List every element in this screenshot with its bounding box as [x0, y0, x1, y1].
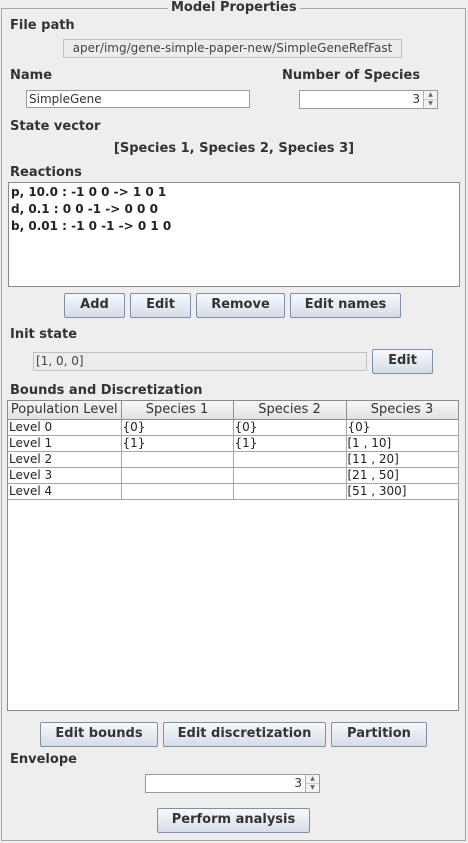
table-cell[interactable] — [120, 450, 234, 468]
table-cell[interactable]: Level 0 — [8, 418, 122, 436]
init-state-label: Init state — [10, 327, 78, 342]
table-cell[interactable]: {1} — [232, 434, 347, 452]
panel-title: Model Properties — [168, 0, 300, 16]
spinner-arrows[interactable]: ▲ ▼ — [305, 775, 319, 792]
table-row[interactable]: Level 1 {1} {1} [1 , 10] — [8, 434, 459, 452]
reaction-line: p, 10.0 : -1 0 0 -> 1 0 1 — [11, 185, 167, 199]
state-vector-label: State vector — [10, 119, 101, 134]
reactions-textarea[interactable]: p, 10.0 : -1 0 0 -> 1 0 1 d, 0.1 : 0 0 -… — [8, 182, 460, 287]
spinner-arrows[interactable]: ▲ ▼ — [423, 91, 437, 108]
add-reaction-button[interactable]: Add — [64, 293, 125, 318]
table-cell[interactable]: {0} — [345, 418, 459, 436]
table-cell[interactable]: {0} — [120, 418, 234, 436]
spinner-up-icon[interactable]: ▲ — [306, 775, 319, 784]
spinner-up-icon[interactable]: ▲ — [424, 91, 437, 100]
bounds-table[interactable]: Population Level Species 1 Species 2 Spe… — [8, 401, 459, 500]
file-path-label: File path — [10, 18, 75, 33]
table-cell[interactable]: Level 1 — [8, 434, 122, 452]
table-cell[interactable] — [232, 450, 347, 468]
number-of-species-value[interactable]: 3 — [300, 91, 423, 108]
name-label: Name — [10, 68, 53, 83]
number-of-species-spinner[interactable]: 3 ▲ ▼ — [299, 90, 438, 109]
column-header[interactable]: Population Level — [8, 401, 122, 420]
table-cell[interactable]: Level 3 — [8, 466, 122, 484]
edit-names-button[interactable]: Edit names — [290, 293, 401, 318]
edit-bounds-button[interactable]: Edit bounds — [40, 722, 158, 747]
envelope-value[interactable]: 3 — [146, 775, 305, 792]
table-row[interactable]: Level 4 [51 , 300] — [8, 482, 459, 500]
table-cell[interactable] — [120, 466, 234, 484]
table-cell[interactable]: [21 , 50] — [345, 466, 459, 484]
column-header[interactable]: Species 1 — [120, 401, 234, 420]
file-path-field: aper/img/gene-simple-paper-new/SimpleGen… — [63, 39, 402, 58]
table-cell[interactable]: Level 4 — [8, 482, 122, 500]
reaction-line: d, 0.1 : 0 0 -1 -> 0 0 0 — [11, 202, 158, 216]
state-vector-value: [Species 1, Species 2, Species 3] — [113, 141, 355, 156]
table-row[interactable]: Level 2 [11 , 20] — [8, 450, 459, 468]
bounds-label: Bounds and Discretization — [10, 383, 203, 398]
edit-reaction-button[interactable]: Edit — [130, 293, 191, 318]
table-cell[interactable] — [232, 466, 347, 484]
table-cell[interactable]: [1 , 10] — [345, 434, 459, 452]
table-cell[interactable]: {1} — [120, 434, 234, 452]
table-row[interactable]: Level 0 {0} {0} {0} — [8, 418, 459, 436]
envelope-spinner[interactable]: 3 ▲ ▼ — [145, 774, 320, 793]
column-header[interactable]: Species 3 — [345, 401, 459, 420]
table-cell[interactable]: Level 2 — [8, 450, 122, 468]
remove-reaction-button[interactable]: Remove — [196, 293, 285, 318]
table-cell[interactable]: {0} — [232, 418, 347, 436]
init-state-field: [1, 0, 0] — [33, 352, 367, 371]
table-cell[interactable] — [120, 482, 234, 500]
bounds-table-container[interactable]: Population Level Species 1 Species 2 Spe… — [7, 400, 459, 711]
edit-discretization-button[interactable]: Edit discretization — [163, 722, 326, 747]
table-row[interactable]: Level 3 [21 , 50] — [8, 466, 459, 484]
number-of-species-label: Number of Species — [282, 68, 421, 83]
partition-button[interactable]: Partition — [331, 722, 427, 747]
name-input[interactable]: SimpleGene — [26, 90, 250, 108]
column-header[interactable]: Species 2 — [232, 401, 347, 420]
spinner-down-icon[interactable]: ▼ — [306, 784, 319, 792]
edit-init-state-button[interactable]: Edit — [372, 349, 433, 374]
reactions-label: Reactions — [10, 165, 82, 180]
reaction-line: b, 0.01 : -1 0 -1 -> 0 1 0 — [11, 219, 172, 233]
table-cell[interactable]: [11 , 20] — [345, 450, 459, 468]
table-cell[interactable] — [232, 482, 347, 500]
table-cell[interactable]: [51 , 300] — [345, 482, 459, 500]
spinner-down-icon[interactable]: ▼ — [424, 100, 437, 108]
table-header-row: Population Level Species 1 Species 2 Spe… — [8, 401, 459, 420]
perform-analysis-button[interactable]: Perform analysis — [157, 808, 310, 833]
envelope-label: Envelope — [10, 752, 77, 767]
